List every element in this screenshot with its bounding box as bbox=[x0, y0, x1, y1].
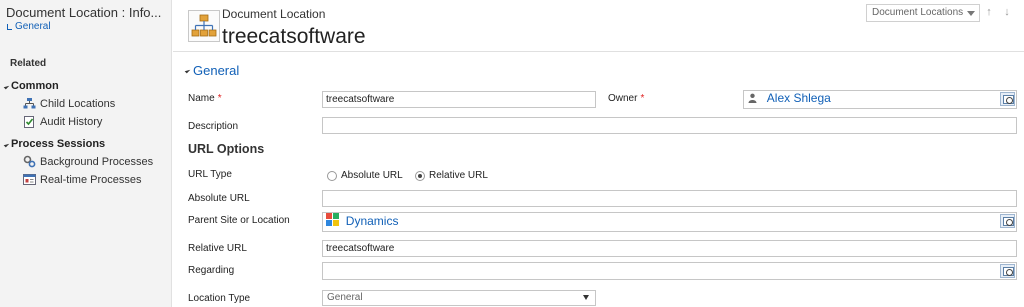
owner-value[interactable]: Alex Shlega bbox=[767, 91, 831, 105]
parent-site-value[interactable]: Dynamics bbox=[346, 214, 399, 228]
description-label: Description bbox=[188, 121, 239, 132]
location-type-label: Location Type bbox=[188, 293, 251, 304]
related-heading: Related bbox=[10, 58, 47, 69]
description-field[interactable] bbox=[322, 117, 1017, 134]
hierarchy-icon bbox=[23, 98, 36, 109]
nav-item-label: Child Locations bbox=[40, 97, 116, 110]
owner-label: Owner * bbox=[608, 93, 645, 104]
radio-circle bbox=[327, 170, 337, 181]
chevron-down-icon bbox=[583, 295, 589, 300]
required-marker: * bbox=[217, 93, 222, 104]
nav-item-label: Background Processes bbox=[40, 155, 154, 168]
nav-item-audit-history[interactable]: Audit History bbox=[23, 115, 102, 128]
form-selector-value: Document Locations bbox=[872, 7, 964, 18]
lookup-search-icon[interactable] bbox=[1000, 214, 1015, 228]
collapse-triangle-icon bbox=[3, 141, 10, 147]
name-field[interactable]: treecatsoftware bbox=[322, 91, 596, 108]
section-title: General bbox=[193, 63, 240, 78]
nav-item-background-processes[interactable]: Background Processes bbox=[23, 155, 153, 168]
parent-site-lookup-field[interactable]: Dynamics bbox=[322, 212, 1017, 232]
url-options-heading: URL Options bbox=[188, 142, 265, 156]
sharepoint-site-icon bbox=[326, 213, 339, 226]
chevron-down-icon bbox=[967, 11, 975, 16]
collapse-triangle-icon bbox=[184, 67, 191, 74]
collapse-triangle-icon bbox=[3, 83, 10, 89]
location-type-select[interactable]: General bbox=[322, 290, 596, 306]
nav-item-label: Real-time Processes bbox=[40, 173, 142, 186]
relative-url-field[interactable]: treecatsoftware bbox=[322, 240, 1017, 257]
relative-url-label: Relative URL bbox=[188, 243, 247, 254]
nav-group-common[interactable]: Common bbox=[3, 80, 59, 92]
absolute-url-radio[interactable]: Absolute URL bbox=[327, 170, 403, 181]
nav-group-process-sessions[interactable]: Process Sessions bbox=[3, 138, 106, 150]
location-type-value: General bbox=[327, 292, 363, 303]
audit-history-icon bbox=[24, 116, 34, 128]
nav-item-real-time-processes[interactable]: Real-time Processes bbox=[23, 173, 141, 186]
lookup-search-icon[interactable] bbox=[1000, 92, 1015, 106]
regarding-label: Regarding bbox=[188, 265, 235, 276]
name-label: Name * bbox=[188, 93, 222, 104]
nav-item-child-locations[interactable]: Child Locations bbox=[23, 97, 115, 110]
next-record-arrow-icon[interactable]: ↓ bbox=[1001, 5, 1013, 19]
section-general-toggle[interactable]: General bbox=[184, 63, 240, 78]
nav-item-label: Audit History bbox=[40, 115, 103, 128]
user-icon bbox=[748, 93, 757, 103]
form-switcher-link[interactable]: General bbox=[6, 21, 165, 33]
absolute-url-label: Absolute URL bbox=[188, 193, 250, 204]
gears-icon bbox=[23, 155, 36, 168]
nav-group-label: Process Sessions bbox=[11, 138, 106, 150]
lookup-search-icon[interactable] bbox=[1000, 264, 1015, 278]
required-marker: * bbox=[640, 93, 645, 104]
relative-url-radio[interactable]: Relative URL bbox=[415, 170, 488, 181]
nav-record-title: Document Location : Info... bbox=[6, 5, 162, 20]
left-navigation-pane: Document Location : Info... General Rela… bbox=[0, 0, 172, 307]
radio-circle-selected bbox=[415, 170, 425, 181]
regarding-lookup-field[interactable] bbox=[322, 262, 1017, 280]
absolute-url-field[interactable] bbox=[322, 190, 1017, 207]
nav-group-label: Common bbox=[11, 80, 59, 92]
previous-record-arrow-icon[interactable]: ↑ bbox=[983, 5, 995, 19]
document-location-icon bbox=[188, 10, 220, 42]
parent-site-label: Parent Site or Location bbox=[188, 215, 290, 226]
entity-type-label: Document Location bbox=[222, 7, 326, 21]
owner-lookup-field[interactable]: Alex Shlega bbox=[743, 90, 1017, 109]
real-time-process-icon bbox=[23, 174, 36, 185]
corner-icon bbox=[7, 24, 12, 30]
form-selector-dropdown[interactable]: Document Locations bbox=[866, 4, 980, 22]
record-name: treecatsoftware bbox=[222, 25, 366, 48]
form-header: Document Location treecatsoftware Docume… bbox=[173, 0, 1024, 52]
form-name: General bbox=[15, 21, 51, 32]
url-type-label: URL Type bbox=[188, 169, 232, 180]
